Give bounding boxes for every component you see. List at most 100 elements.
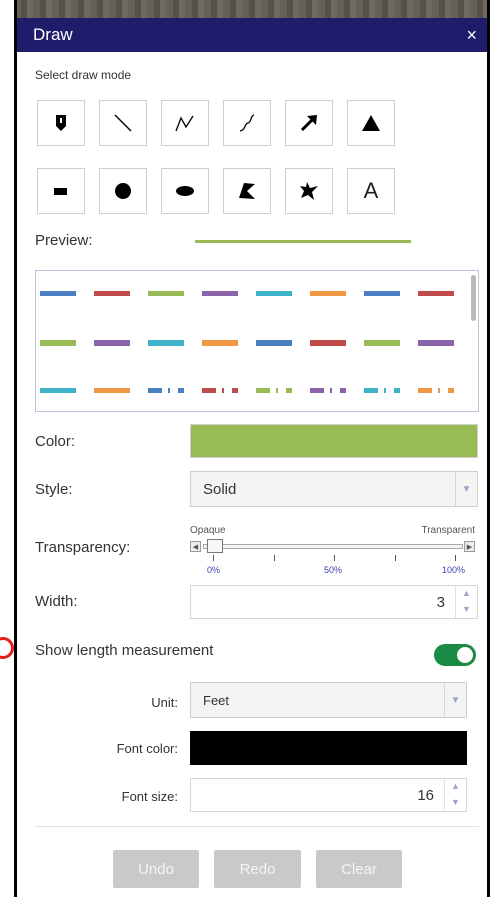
rectangle-icon (54, 188, 67, 195)
frame-right-border (487, 0, 490, 897)
line-icon (114, 114, 132, 132)
panel-title: Draw (33, 25, 73, 44)
slider-tick-label-100: 100% (442, 565, 466, 575)
width-label: Width: (35, 593, 78, 610)
slider-increase-button[interactable]: ▶ (464, 541, 475, 552)
width-input[interactable]: 3 ▲ ▼ (190, 585, 478, 619)
stepper-down-icon[interactable]: ▼ (456, 602, 477, 618)
line-style-option[interactable] (94, 291, 130, 296)
toggle-knob (457, 647, 473, 663)
slider-tick-label-50: 50% (324, 565, 343, 575)
chevron-down-icon: ▼ (444, 683, 466, 717)
line-style-option[interactable] (40, 291, 76, 296)
show-length-toggle[interactable] (434, 644, 476, 666)
style-label: Style: (35, 481, 73, 498)
line-style-option[interactable] (256, 340, 292, 346)
clear-button[interactable]: Clear (316, 850, 402, 888)
highlight-circle-marker (0, 637, 14, 659)
line-style-option[interactable] (256, 291, 292, 296)
select-draw-mode-label: Select draw mode (35, 68, 132, 82)
ellipse-icon (176, 186, 194, 196)
font-color-swatch[interactable] (190, 731, 467, 765)
line-style-option[interactable] (418, 340, 454, 346)
color-label: Color: (35, 433, 76, 450)
width-stepper: ▲ ▼ (455, 586, 477, 618)
polyline-tool-button[interactable] (161, 100, 209, 146)
text-icon: A (363, 178, 379, 203)
preview-label: Preview: (35, 232, 93, 249)
line-style-option[interactable] (310, 388, 346, 393)
circle-tool-button[interactable] (99, 168, 147, 214)
font-size-stepper: ▲ ▼ (444, 779, 466, 811)
line-style-option[interactable] (40, 388, 76, 393)
line-style-option[interactable] (94, 340, 130, 346)
line-style-option[interactable] (148, 291, 184, 296)
line-style-option[interactable] (310, 340, 346, 346)
slider-tick (395, 555, 396, 561)
line-style-option[interactable] (202, 388, 238, 393)
rectangle-tool-button[interactable] (37, 168, 85, 214)
line-style-option[interactable] (148, 388, 184, 393)
show-length-label: Show length measurement (35, 642, 214, 659)
ellipse-tool-button[interactable] (161, 168, 209, 214)
line-tool-button[interactable] (99, 100, 147, 146)
circle-icon (115, 183, 131, 199)
transparency-transparent-label: Transparent (421, 525, 475, 536)
slider-decrease-button[interactable]: ◀ (190, 541, 201, 552)
slider-tick (274, 555, 275, 561)
redo-button[interactable]: Redo (214, 850, 301, 888)
line-style-option[interactable] (364, 291, 400, 296)
line-style-option[interactable] (418, 388, 454, 393)
triangle-icon (362, 115, 380, 131)
stepper-up-icon[interactable]: ▲ (445, 779, 466, 795)
slider-tick (334, 555, 335, 561)
line-style-option[interactable] (364, 340, 400, 346)
point-icon (56, 115, 66, 131)
transparency-opaque-label: Opaque (190, 525, 226, 536)
style-select[interactable]: Solid ▼ (190, 471, 478, 507)
point-tool-button[interactable] (37, 100, 85, 146)
undo-button[interactable]: Undo (113, 850, 199, 888)
close-icon[interactable]: × (466, 25, 477, 46)
font-size-label: Font size: (121, 789, 178, 804)
color-picker-swatch[interactable] (190, 424, 478, 458)
freehand-polygon-tool-button[interactable] (285, 168, 333, 214)
stepper-up-icon[interactable]: ▲ (456, 586, 477, 602)
font-size-input-value: 16 (417, 787, 434, 804)
arrow-tool-button[interactable] (285, 100, 333, 146)
unit-select[interactable]: Feet ▼ (190, 682, 467, 718)
line-style-option[interactable] (364, 388, 400, 393)
map-background (14, 0, 490, 18)
freehand-polygon-icon (300, 182, 318, 200)
freehand-line-icon (239, 114, 255, 132)
gallery-scrollbar[interactable] (471, 275, 476, 321)
line-style-option[interactable] (202, 291, 238, 296)
slider-tick (213, 555, 214, 561)
line-style-option[interactable] (94, 388, 130, 393)
transparency-slider-track[interactable] (203, 544, 463, 549)
line-style-option[interactable] (418, 291, 454, 296)
line-style-gallery (35, 270, 479, 412)
freehand-line-tool-button[interactable] (223, 100, 271, 146)
text-tool-button[interactable]: A (347, 168, 395, 214)
font-color-label: Font color: (116, 741, 178, 756)
panel-titlebar: Draw × (17, 18, 487, 52)
unit-select-value: Feet (203, 693, 230, 708)
triangle-tool-button[interactable] (347, 100, 395, 146)
line-style-option[interactable] (148, 340, 184, 346)
unit-label: Unit: (151, 695, 178, 710)
transparency-label: Transparency: (35, 539, 131, 556)
slider-tick (455, 555, 456, 561)
width-input-value: 3 (436, 594, 445, 611)
chevron-down-icon: ▼ (455, 472, 477, 506)
line-style-option[interactable] (256, 388, 292, 393)
line-style-option[interactable] (202, 340, 238, 346)
transparency-slider-handle[interactable] (207, 539, 223, 553)
stepper-down-icon[interactable]: ▼ (445, 795, 466, 811)
arrow-icon (300, 115, 317, 132)
font-size-input[interactable]: 16 ▲ ▼ (190, 778, 467, 812)
polygon-tool-button[interactable] (223, 168, 271, 214)
line-style-option[interactable] (40, 340, 76, 346)
draw-panel: Draw × Select draw mode A Preview: Color… (17, 18, 487, 897)
line-style-option[interactable] (310, 291, 346, 296)
